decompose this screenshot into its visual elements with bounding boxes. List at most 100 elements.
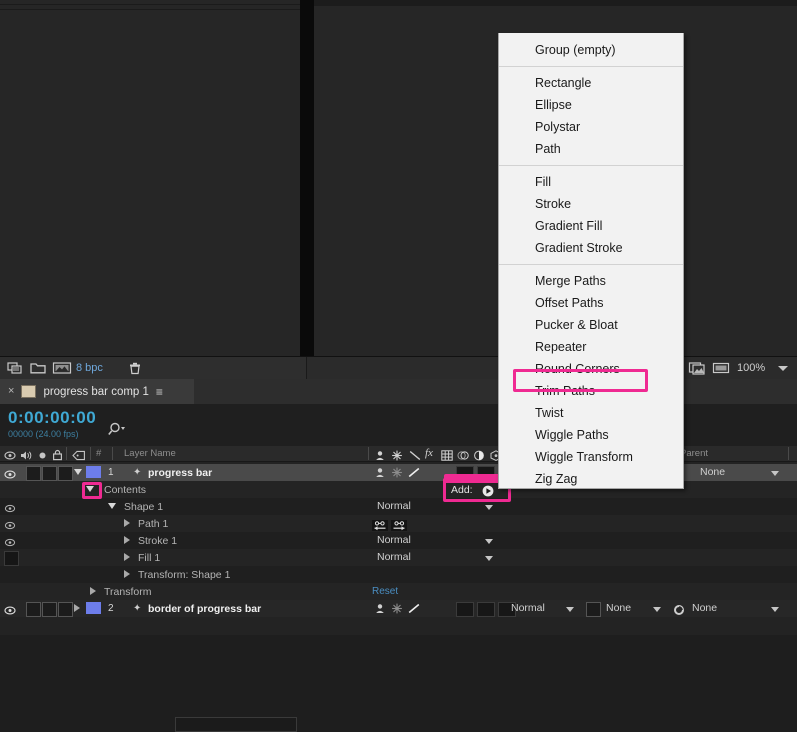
search-icon[interactable] bbox=[108, 421, 130, 442]
menu-item-pucker-and-bloat[interactable]: Pucker & Bloat bbox=[499, 314, 683, 336]
shy-icon[interactable] bbox=[374, 603, 386, 617]
zoom-level-label[interactable]: 100% bbox=[737, 362, 765, 374]
layer-number: 2 bbox=[108, 603, 114, 614]
parent-value[interactable]: None bbox=[700, 466, 725, 478]
blend-mode-value[interactable]: Normal bbox=[377, 551, 411, 563]
menu-item-merge-paths[interactable]: Merge Paths bbox=[499, 270, 683, 292]
collapse-transformations-icon[interactable] bbox=[391, 467, 403, 481]
solo-toggle[interactable] bbox=[42, 466, 57, 481]
path-twirl-arrow[interactable] bbox=[124, 519, 130, 527]
effects-icon[interactable]: fx bbox=[425, 447, 433, 459]
menu-item-twist[interactable]: Twist bbox=[499, 402, 683, 424]
snapshot-icon[interactable] bbox=[688, 360, 706, 376]
folder-icon[interactable] bbox=[29, 360, 47, 376]
blend-mode-value[interactable]: Normal bbox=[511, 602, 545, 614]
property-name[interactable]: Transform: Shape 1 bbox=[138, 569, 230, 581]
menu-item-gradient-stroke[interactable]: Gradient Stroke bbox=[499, 237, 683, 259]
chevron-down-icon[interactable] bbox=[566, 607, 574, 612]
table-row[interactable]: Fill 1 Normal bbox=[0, 549, 797, 566]
switch-cell[interactable] bbox=[456, 602, 474, 617]
property-group-name[interactable]: Contents bbox=[104, 484, 146, 496]
menu-item-rectangle[interactable]: Rectangle bbox=[499, 72, 683, 94]
blend-mode-value[interactable]: Normal bbox=[377, 534, 411, 546]
layer-twirl-arrow[interactable] bbox=[74, 604, 80, 612]
layer-twirl-arrow[interactable] bbox=[74, 469, 82, 475]
column-header-layer-name[interactable]: Layer Name bbox=[124, 448, 176, 459]
table-row[interactable]: Transform: Shape 1 bbox=[0, 566, 797, 583]
menu-item-group-empty[interactable]: Group (empty) bbox=[499, 39, 683, 61]
chevron-down-icon[interactable] bbox=[771, 607, 779, 612]
menu-item-polystar[interactable]: Polystar bbox=[499, 116, 683, 138]
track-matte-value[interactable]: None bbox=[606, 602, 631, 614]
property-name[interactable]: Path 1 bbox=[138, 518, 168, 530]
table-row[interactable]: Stroke 1 Normal bbox=[0, 532, 797, 549]
property-name[interactable]: Stroke 1 bbox=[138, 535, 177, 547]
solo-toggle[interactable] bbox=[42, 602, 57, 617]
menu-item-wiggle-paths[interactable]: Wiggle Paths bbox=[499, 424, 683, 446]
property-group-name[interactable]: Transform bbox=[104, 586, 151, 598]
chevron-down-icon[interactable] bbox=[485, 556, 493, 561]
menu-item-gradient-fill[interactable]: Gradient Fill bbox=[499, 215, 683, 237]
flowchart-icon[interactable] bbox=[6, 360, 24, 376]
chevron-down-icon[interactable] bbox=[485, 539, 493, 544]
chevron-down-icon[interactable] bbox=[653, 607, 661, 612]
track-matte-toggle[interactable] bbox=[586, 602, 601, 617]
viewer-track-strip[interactable] bbox=[175, 717, 297, 732]
layer-label-color[interactable] bbox=[86, 466, 101, 478]
comp-canvas[interactable] bbox=[0, 11, 300, 361]
close-icon[interactable]: × bbox=[8, 386, 14, 397]
transform-shape-twirl-arrow[interactable] bbox=[124, 570, 130, 578]
menu-item-ellipse[interactable]: Ellipse bbox=[499, 94, 683, 116]
table-row[interactable]: Path 1 bbox=[0, 515, 797, 532]
quality-icon[interactable] bbox=[408, 467, 420, 481]
bit-depth-label[interactable]: 8 bpc bbox=[76, 362, 103, 374]
menu-item-stroke[interactable]: Stroke bbox=[499, 193, 683, 215]
fill-twirl-arrow[interactable] bbox=[124, 553, 130, 561]
column-header-parent[interactable]: Parent bbox=[680, 448, 708, 459]
quality-icon[interactable] bbox=[408, 603, 420, 617]
tab-label: progress bar comp 1 bbox=[43, 385, 149, 398]
layer-name[interactable]: progress bar bbox=[148, 467, 212, 479]
blend-mode-value[interactable]: Normal bbox=[377, 500, 411, 512]
layer-label-color[interactable] bbox=[86, 602, 101, 614]
column-header-number[interactable]: # bbox=[96, 448, 101, 459]
add-shape-context-menu[interactable]: Group (empty) Rectangle Ellipse Polystar… bbox=[498, 33, 684, 489]
shape-twirl-arrow[interactable] bbox=[108, 503, 116, 509]
lock-toggle[interactable] bbox=[58, 466, 73, 481]
menu-item-repeater[interactable]: Repeater bbox=[499, 336, 683, 358]
chevron-down-icon[interactable] bbox=[771, 471, 779, 476]
panel-menu-icon[interactable]: ≡ bbox=[156, 385, 164, 399]
switch-cell[interactable] bbox=[477, 602, 495, 617]
menu-item-offset-paths[interactable]: Offset Paths bbox=[499, 292, 683, 314]
parent-pickwhip[interactable] bbox=[673, 603, 685, 621]
layer-visibility-toggle[interactable] bbox=[4, 603, 16, 621]
table-row[interactable]: Transform Reset bbox=[0, 583, 797, 600]
chevron-down-icon[interactable] bbox=[485, 505, 493, 510]
parent-value[interactable]: None bbox=[692, 602, 717, 614]
reset-link[interactable]: Reset bbox=[372, 586, 398, 597]
chevron-down-icon[interactable] bbox=[778, 366, 788, 371]
property-name[interactable]: Fill 1 bbox=[138, 552, 160, 564]
render-preview-icon[interactable] bbox=[52, 360, 72, 376]
viewer-left-pane[interactable] bbox=[0, 0, 300, 372]
menu-item-zig-zag[interactable]: Zig Zag bbox=[499, 468, 683, 490]
stroke-twirl-arrow[interactable] bbox=[124, 536, 130, 544]
shy-icon[interactable] bbox=[374, 467, 386, 481]
transform-twirl-arrow[interactable] bbox=[90, 587, 96, 595]
audio-toggle[interactable] bbox=[26, 466, 41, 481]
current-time-display[interactable]: 0:00:00:00 bbox=[8, 408, 96, 428]
menu-item-fill[interactable]: Fill bbox=[499, 171, 683, 193]
menu-item-wiggle-transform[interactable]: Wiggle Transform bbox=[499, 446, 683, 468]
show-snapshot-icon[interactable] bbox=[712, 360, 730, 376]
tab-progress-bar-comp-1[interactable]: × progress bar comp 1 ≡ bbox=[0, 379, 194, 404]
menu-item-path[interactable]: Path bbox=[499, 138, 683, 160]
table-row[interactable]: Shape 1 Normal bbox=[0, 498, 797, 515]
property-group-name[interactable]: Shape 1 bbox=[124, 501, 163, 513]
table-row[interactable]: 2 ✦ border of progress bar Normal None N… bbox=[0, 600, 797, 617]
trash-icon[interactable] bbox=[128, 360, 146, 376]
collapse-transformations-icon[interactable] bbox=[391, 603, 403, 617]
layer-name[interactable]: border of progress bar bbox=[148, 603, 261, 615]
audio-toggle[interactable] bbox=[26, 602, 41, 617]
lock-toggle[interactable] bbox=[58, 602, 73, 617]
property-visibility-toggle[interactable] bbox=[4, 551, 19, 566]
